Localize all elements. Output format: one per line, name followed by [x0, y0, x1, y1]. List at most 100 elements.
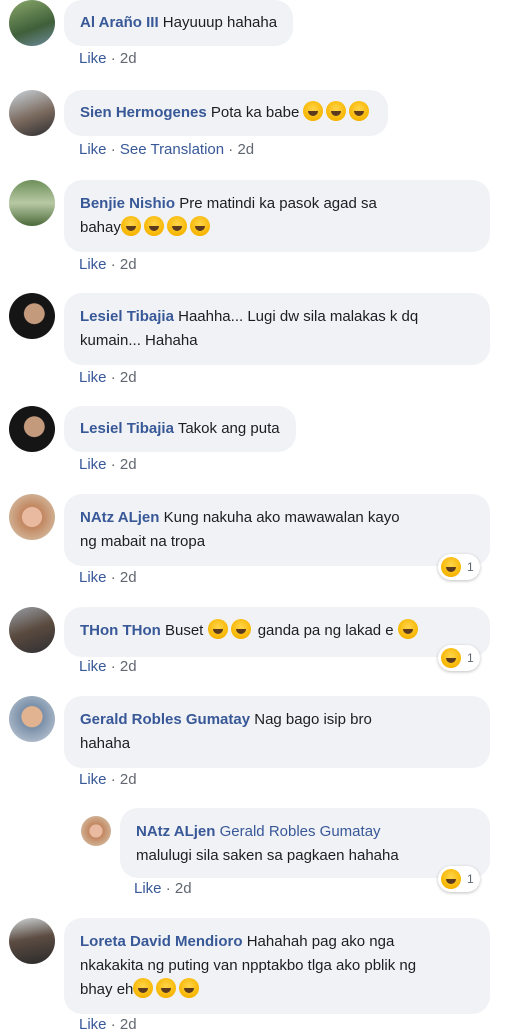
laughing-emoji-icon — [207, 619, 228, 639]
comment-author[interactable]: Sien Hermogenes — [80, 104, 207, 121]
like-button[interactable]: Like — [79, 569, 107, 586]
reaction-count[interactable]: 1 — [438, 554, 480, 580]
timestamp[interactable]: 2d — [120, 50, 137, 67]
comment-text: Hahahah pag ako nga — [246, 933, 395, 950]
reaction-number: 1 — [467, 872, 474, 886]
comment-text: Takok ang puta — [177, 420, 280, 437]
comment-text-cont: kumain... Hahaha — [80, 332, 198, 349]
like-button[interactable]: Like — [79, 256, 107, 273]
comment-text-cont: nkakakita ng puting van npptakbo tlga ak… — [80, 957, 417, 974]
avatar[interactable] — [9, 696, 55, 742]
avatar[interactable] — [9, 0, 55, 46]
comment-actions: Like · 2d — [134, 880, 192, 897]
comment-author[interactable]: Benjie Nishio — [80, 195, 175, 212]
laughing-emoji-icon — [230, 619, 251, 639]
comment-text: Haahha... Lugi dw sila malakas k dq — [178, 308, 419, 325]
avatar[interactable] — [9, 90, 55, 136]
comment-text: Nag bago isip bro — [254, 711, 372, 728]
comment-author[interactable]: NAtz ALjen — [136, 823, 215, 840]
laughing-emoji-icon — [166, 216, 187, 236]
haha-reaction-icon — [441, 869, 461, 889]
laughing-emoji-icon — [133, 978, 154, 998]
comment-bubble: Sien Hermogenes Pota ka babe — [64, 90, 389, 136]
avatar[interactable] — [81, 816, 111, 846]
see-translation-link[interactable]: See Translation — [120, 141, 224, 158]
comment-actions: Like · 2d — [79, 658, 137, 675]
timestamp[interactable]: 2d — [120, 771, 137, 788]
separator: · — [165, 880, 171, 897]
separator: · — [228, 141, 234, 158]
comment-actions: Like · 2d — [79, 50, 137, 67]
comment-actions: Like · 2d — [79, 456, 137, 473]
comment-author[interactable]: THon THon — [80, 622, 161, 639]
laughing-emoji-icon — [397, 619, 418, 639]
separator: · — [110, 456, 116, 473]
comment-author[interactable]: Al Araño III — [80, 14, 159, 31]
comment-text: Pota ka babe — [210, 104, 300, 121]
reaction-number: 1 — [467, 651, 474, 665]
reaction-number: 1 — [467, 560, 474, 574]
comment-actions: Like · 2d — [79, 256, 137, 273]
separator: · — [110, 658, 116, 675]
comment-text-cont: bahay — [80, 219, 121, 236]
comment-text-cont: ng mabait na tropa — [80, 533, 206, 550]
haha-reaction-icon — [441, 648, 461, 668]
comment-author[interactable]: Loreta David Mendioro — [80, 933, 243, 950]
avatar[interactable] — [9, 293, 55, 339]
comment-text: malulugi sila saken sa pagkaen hahaha — [136, 847, 399, 864]
comment-actions: Like · 2d — [79, 569, 137, 586]
comment-bubble: Al Araño III Hayuuup hahaha — [64, 0, 294, 46]
avatar[interactable] — [9, 918, 55, 964]
comment-text-cont: hahaha — [80, 735, 131, 752]
like-button[interactable]: Like — [79, 1016, 107, 1033]
laughing-emoji-icon — [326, 101, 347, 121]
like-button[interactable]: Like — [134, 880, 162, 897]
timestamp[interactable]: 2d — [120, 456, 137, 473]
comment-actions: Like · See Translation · 2d — [79, 141, 254, 158]
avatar[interactable] — [9, 607, 55, 653]
avatar[interactable] — [9, 494, 55, 540]
laughing-emoji-icon — [189, 216, 210, 236]
like-button[interactable]: Like — [79, 456, 107, 473]
timestamp[interactable]: 2d — [120, 658, 137, 675]
like-button[interactable]: Like — [79, 369, 107, 386]
comment-author[interactable]: Lesiel Tibajia — [80, 420, 174, 437]
like-button[interactable]: Like — [79, 658, 107, 675]
comment-bubble: NAtz ALjen Gerald Robles Gumatay malulug… — [120, 808, 490, 878]
separator: · — [110, 50, 116, 67]
comment-author[interactable]: NAtz ALjen — [80, 509, 159, 526]
comment-actions: Like · 2d — [79, 771, 137, 788]
mention-link[interactable]: Gerald Robles Gumatay — [220, 823, 381, 840]
comment-author[interactable]: Lesiel Tibajia — [80, 308, 174, 325]
laughing-emoji-icon — [179, 978, 200, 998]
timestamp[interactable]: 2d — [120, 1016, 137, 1033]
separator: · — [110, 1016, 116, 1033]
comment-bubble: Lesiel Tibajia Takok ang puta — [64, 406, 296, 452]
separator: · — [110, 141, 116, 158]
comment-bubble: Gerald Robles Gumatay Nag bago isip bro … — [64, 696, 490, 768]
comment-text: Hayuuup hahaha — [162, 14, 278, 31]
comment-bubble: THon THon Buset ganda pa ng lakad e — [64, 607, 490, 657]
comment-bubble: NAtz ALjen Kung nakuha ako mawawalan kay… — [64, 494, 490, 566]
timestamp[interactable]: 2d — [120, 569, 137, 586]
avatar[interactable] — [9, 406, 55, 452]
comment-bubble: Benjie Nishio Pre matindi ka pasok agad … — [64, 180, 490, 252]
separator: · — [110, 369, 116, 386]
comment-actions: Like · 2d — [79, 369, 137, 386]
like-button[interactable]: Like — [79, 771, 107, 788]
separator: · — [110, 569, 116, 586]
timestamp[interactable]: 2d — [237, 141, 254, 158]
laughing-emoji-icon — [143, 216, 164, 236]
reaction-count[interactable]: 1 — [438, 645, 480, 671]
like-button[interactable]: Like — [79, 50, 107, 67]
timestamp[interactable]: 2d — [120, 256, 137, 273]
reaction-count[interactable]: 1 — [438, 866, 480, 892]
comment-actions: Like · 2d — [79, 1016, 137, 1033]
like-button[interactable]: Like — [79, 141, 107, 158]
comment-text: Pre matindi ka pasok agad sa — [179, 195, 377, 212]
timestamp[interactable]: 2d — [120, 369, 137, 386]
comment-author[interactable]: Gerald Robles Gumatay — [80, 711, 250, 728]
timestamp[interactable]: 2d — [175, 880, 192, 897]
avatar[interactable] — [9, 180, 55, 226]
comment-bubble: Lesiel Tibajia Haahha... Lugi dw sila ma… — [64, 293, 490, 365]
